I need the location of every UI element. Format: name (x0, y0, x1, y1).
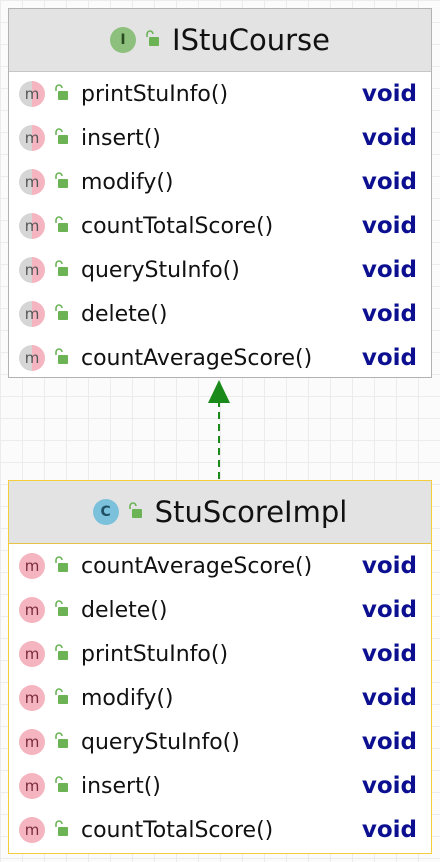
lock-icon (45, 599, 69, 621)
method-name: countAverageScore() (81, 345, 313, 371)
lock-icon (45, 259, 69, 281)
method-icon: m (19, 773, 45, 799)
method-icon: m (19, 817, 45, 843)
return-type: void (361, 301, 417, 327)
method-icon: m (19, 345, 45, 371)
return-type: void (361, 553, 417, 579)
return-type: void (361, 257, 417, 283)
lock-icon (45, 775, 69, 797)
class-methods: m countAverageScore() void m delete() void m pr… (9, 544, 431, 852)
return-type: void (361, 773, 417, 799)
method-row[interactable]: m delete() void (9, 292, 431, 336)
method-icon: m (19, 641, 45, 667)
interface-icon: I (110, 27, 137, 53)
method-icon: m (19, 729, 45, 755)
method-name: queryStuInfo() (81, 729, 240, 755)
method-row[interactable]: m modify() void (9, 676, 431, 720)
method-name: countTotalScore() (81, 213, 274, 239)
method-row[interactable]: m queryStuInfo() void (9, 720, 431, 764)
method-name: insert() (81, 125, 161, 151)
method-name: modify() (81, 685, 174, 711)
lock-icon (45, 171, 69, 193)
return-type: void (361, 597, 417, 623)
return-type: void (361, 213, 417, 239)
method-name: printStuInfo() (81, 81, 229, 107)
method-row[interactable]: m countAverageScore() void (9, 544, 431, 588)
method-icon: m (19, 125, 45, 151)
lock-icon (45, 555, 69, 577)
method-icon: m (19, 301, 45, 327)
method-row[interactable]: m modify() void (9, 160, 431, 204)
method-row[interactable]: m delete() void (9, 588, 431, 632)
method-name: insert() (81, 773, 161, 799)
method-name: countTotalScore() (81, 817, 274, 843)
method-row[interactable]: m insert() void (9, 764, 431, 808)
interface-header: I IStuCourse (9, 9, 431, 72)
method-icon: m (19, 553, 45, 579)
method-row[interactable]: m countAverageScore() void (9, 336, 431, 380)
method-row[interactable]: m countTotalScore() void (9, 808, 431, 852)
method-icon: m (19, 81, 45, 107)
method-icon: m (19, 169, 45, 195)
interface-methods: m printStuInfo() void m insert() void m modify(… (9, 72, 431, 380)
return-type: void (361, 729, 417, 755)
method-name: queryStuInfo() (81, 257, 240, 283)
lock-icon (45, 83, 69, 105)
method-row[interactable]: m printStuInfo() void (9, 632, 431, 676)
lock-icon (45, 643, 69, 665)
method-name: delete() (81, 597, 168, 623)
lock-icon (45, 819, 69, 841)
method-icon: m (19, 257, 45, 283)
method-name: delete() (81, 301, 168, 327)
return-type: void (361, 641, 417, 667)
method-name: printStuInfo() (81, 641, 229, 667)
lock-icon (45, 215, 69, 237)
return-type: void (361, 685, 417, 711)
lock-icon (45, 731, 69, 753)
method-row[interactable]: m printStuInfo() void (9, 72, 431, 116)
method-icon: m (19, 685, 45, 711)
lock-icon (45, 303, 69, 325)
return-type: void (361, 81, 417, 107)
lock-icon (144, 29, 160, 51)
class-header: C StuScoreImpl (9, 481, 431, 544)
class-title: StuScoreImpl (154, 495, 348, 529)
interface-box[interactable]: I IStuCourse m printStuInfo() void m insert(… (8, 8, 432, 378)
lock-icon (45, 127, 69, 149)
class-icon: C (92, 499, 119, 525)
return-type: void (361, 125, 417, 151)
return-type: void (361, 169, 417, 195)
method-row[interactable]: m countTotalScore() void (9, 204, 431, 248)
interface-title: IStuCourse (172, 23, 330, 57)
lock-icon (127, 501, 143, 523)
class-box[interactable]: C StuScoreImpl m countAverageScore() void m… (8, 480, 432, 854)
lock-icon (45, 347, 69, 369)
method-row[interactable]: m queryStuInfo() void (9, 248, 431, 292)
lock-icon (45, 687, 69, 709)
return-type: void (361, 817, 417, 843)
method-icon: m (19, 213, 45, 239)
return-type: void (361, 345, 417, 371)
method-row[interactable]: m insert() void (9, 116, 431, 160)
method-name: countAverageScore() (81, 553, 313, 579)
method-name: modify() (81, 169, 174, 195)
method-icon: m (19, 597, 45, 623)
